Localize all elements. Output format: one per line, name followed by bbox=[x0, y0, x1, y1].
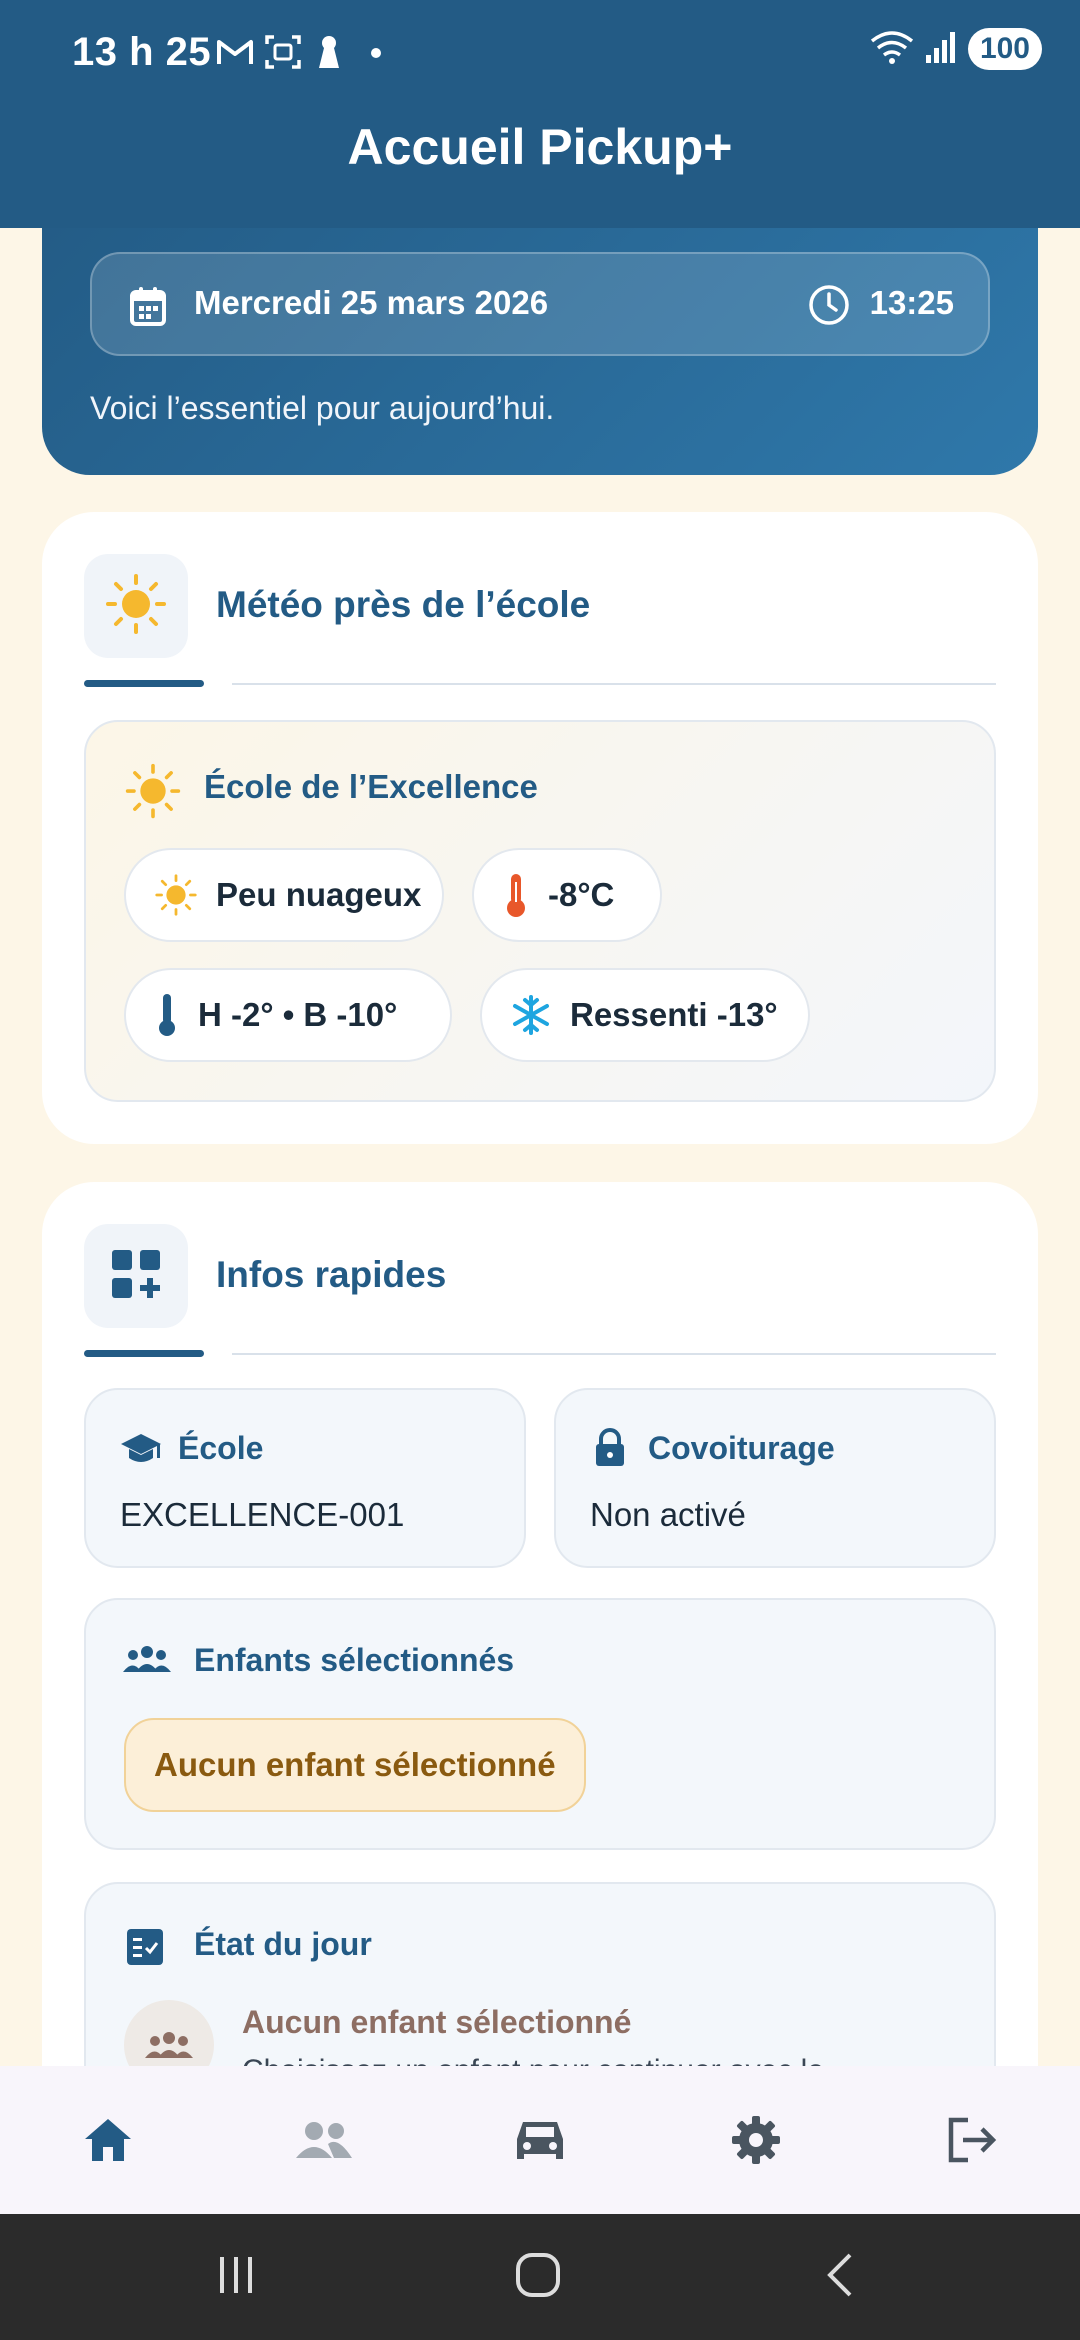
divider bbox=[232, 1353, 996, 1355]
screenshot-icon bbox=[264, 34, 302, 70]
group-icon bbox=[122, 1644, 172, 1679]
weather-card-icon-box bbox=[84, 554, 188, 658]
feels-like-chip: Ressenti -13° bbox=[480, 968, 810, 1062]
title-underline bbox=[84, 680, 204, 687]
quick-info-card: Infos rapides École EXCELLENCE-001 Covoi… bbox=[42, 1182, 1038, 2066]
children-label: Enfants sélectionnés bbox=[194, 1642, 515, 1678]
no-child-badge: Aucun enfant sélectionné bbox=[124, 1718, 586, 1812]
bottom-navigation bbox=[0, 2066, 1080, 2214]
checklist-icon bbox=[126, 1928, 164, 1971]
title-underline bbox=[84, 1350, 204, 1357]
lock-icon bbox=[594, 1428, 626, 1473]
condition-text: Peu nuageux bbox=[216, 876, 422, 913]
signal-icon bbox=[924, 29, 958, 70]
quick-info-icon-box bbox=[84, 1224, 188, 1328]
divider bbox=[232, 683, 996, 685]
recents-button[interactable] bbox=[196, 2244, 276, 2310]
scroll-content[interactable]: Mercredi 25 mars 2026 13:25 Voici l’esse… bbox=[0, 0, 1080, 2066]
back-button[interactable] bbox=[800, 2244, 880, 2310]
quick-info-title: Infos rapides bbox=[216, 1254, 447, 1295]
day-status-tile: État du jour Aucun enfant sélectionné Ch… bbox=[84, 1882, 996, 2066]
feels-like-text: Ressenti -13° bbox=[570, 996, 778, 1033]
thermometer-icon bbox=[154, 992, 180, 1038]
day-status-title: Aucun enfant sélectionné bbox=[242, 2004, 632, 2040]
day-status-text: Choisissez un enfant pour continuer avec… bbox=[242, 2054, 824, 2066]
carpool-value: Non activé bbox=[590, 1496, 746, 1533]
high-low-text: H -2° • B -10° bbox=[198, 996, 398, 1033]
nav-carpool[interactable] bbox=[492, 2094, 588, 2190]
clock-icon bbox=[808, 284, 850, 331]
status-time: 13 h 25 bbox=[72, 30, 212, 74]
people-icon bbox=[294, 2120, 354, 2165]
nav-children[interactable] bbox=[276, 2094, 372, 2190]
school-tile: École EXCELLENCE-001 bbox=[84, 1388, 526, 1568]
temperature-chip: -8°C bbox=[472, 848, 662, 942]
sun-icon bbox=[124, 762, 182, 825]
graduation-cap-icon bbox=[120, 1432, 162, 1473]
weather-card: Météo près de l’école École de l’Excelle… bbox=[42, 512, 1038, 1144]
dot-icon bbox=[370, 46, 382, 82]
school-name: École de l’Excellence bbox=[204, 768, 538, 805]
sun-icon bbox=[154, 873, 198, 917]
car-icon bbox=[513, 2117, 567, 2168]
dashboard-add-icon bbox=[110, 1248, 162, 1305]
carpool-tile: Covoiturage Non activé bbox=[554, 1388, 996, 1568]
group-icon bbox=[124, 2000, 214, 2066]
thermometer-hot-icon bbox=[502, 872, 530, 918]
date-time-bar: Mercredi 25 mars 2026 13:25 bbox=[90, 252, 990, 356]
home-circle-icon bbox=[514, 2251, 562, 2304]
wifi-icon bbox=[870, 29, 914, 70]
school-label: École bbox=[178, 1430, 264, 1466]
time-text: 13:25 bbox=[869, 284, 954, 321]
nav-settings[interactable] bbox=[708, 2094, 804, 2190]
battery-badge: 100 bbox=[967, 28, 1042, 70]
school-value: EXCELLENCE-001 bbox=[120, 1496, 405, 1533]
snowflake-icon bbox=[510, 994, 552, 1036]
home-button[interactable] bbox=[498, 2244, 578, 2310]
weather-card-title: Météo près de l’école bbox=[216, 584, 591, 625]
recents-icon bbox=[214, 2255, 258, 2300]
status-bar: 13 h 25 100 bbox=[0, 0, 1080, 104]
day-status-label: État du jour bbox=[194, 1926, 372, 1962]
hero-subtitle: Voici l’essentiel pour aujourd’hui. bbox=[90, 390, 555, 426]
home-icon bbox=[82, 2116, 134, 2169]
condition-chip: Peu nuageux bbox=[124, 848, 444, 942]
page-title: Accueil Pickup+ bbox=[347, 119, 733, 175]
nav-logout[interactable] bbox=[924, 2094, 1020, 2190]
keyhole-icon bbox=[316, 34, 342, 70]
high-low-chip: H -2° • B -10° bbox=[124, 968, 452, 1062]
temperature-text: -8°C bbox=[548, 876, 615, 913]
children-tile: Enfants sélectionnés Aucun enfant sélect… bbox=[84, 1598, 996, 1850]
system-navigation-bar bbox=[0, 2214, 1080, 2340]
gear-icon bbox=[730, 2114, 782, 2171]
gmail-icon bbox=[216, 34, 254, 70]
app-bar: 13 h 25 100 Accueil Pickup+ bbox=[0, 0, 1080, 228]
sun-icon bbox=[104, 572, 168, 641]
school-weather-box: École de l’Excellence Peu nuageux -8°C H… bbox=[84, 720, 996, 1102]
back-icon bbox=[822, 2251, 858, 2304]
nav-home[interactable] bbox=[60, 2094, 156, 2190]
status-right: 100 bbox=[870, 28, 1042, 70]
date-text: Mercredi 25 mars 2026 bbox=[194, 284, 549, 321]
calendar-icon bbox=[130, 286, 166, 331]
logout-icon bbox=[946, 2116, 998, 2169]
carpool-label: Covoiturage bbox=[648, 1430, 835, 1466]
